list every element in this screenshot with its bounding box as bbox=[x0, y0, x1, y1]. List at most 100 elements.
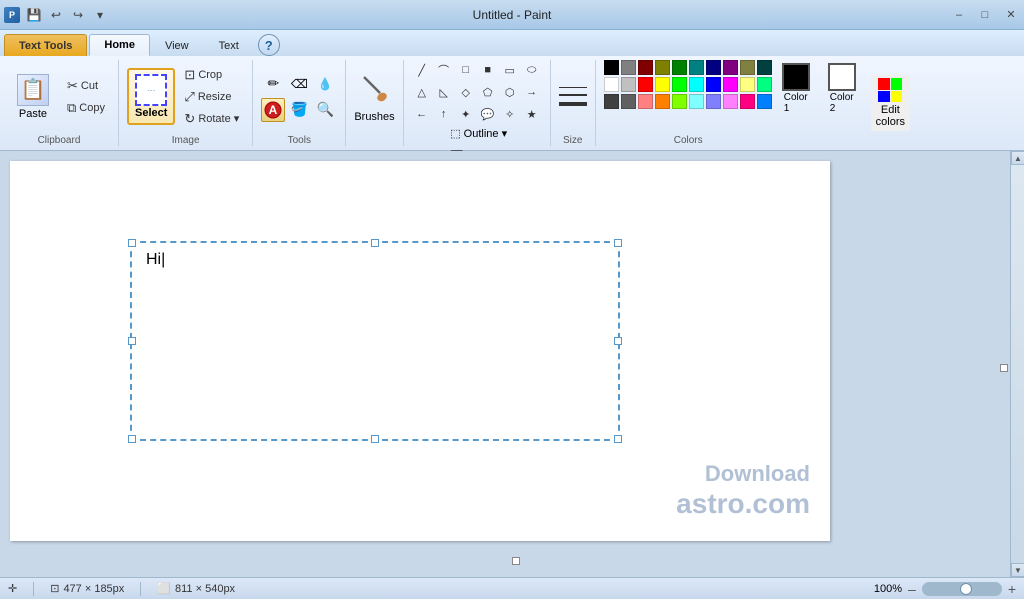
shape-arrow-right[interactable]: → bbox=[522, 82, 542, 102]
text-selection-box[interactable]: Hi| bbox=[130, 241, 620, 441]
shape-star4[interactable]: ✧ bbox=[500, 104, 520, 124]
minimize-button[interactable]: – bbox=[946, 0, 972, 30]
close-button[interactable]: ✕ bbox=[998, 0, 1024, 30]
color-swatch-5[interactable] bbox=[689, 60, 704, 75]
shape-arrow-left[interactable]: ← bbox=[412, 104, 432, 124]
zoom-out-button[interactable]: – bbox=[908, 581, 916, 597]
shape-roundrect2[interactable]: ⬭ bbox=[522, 60, 542, 80]
shape-curve[interactable]: ⌒ bbox=[434, 60, 454, 80]
customize-qa-button[interactable]: ▾ bbox=[90, 5, 110, 25]
shape-triangle[interactable]: △ bbox=[412, 82, 432, 102]
handle-bm[interactable] bbox=[371, 435, 379, 443]
scroll-up-button[interactable]: ▲ bbox=[1011, 151, 1024, 165]
shape-rect-filled[interactable]: ■ bbox=[478, 60, 498, 80]
color-swatch-0[interactable] bbox=[604, 60, 619, 75]
color-swatch-22[interactable] bbox=[638, 94, 653, 109]
cut-button[interactable]: ✂ Cut bbox=[62, 76, 110, 96]
color-picker-tool[interactable]: 💧 bbox=[313, 72, 337, 96]
color-swatch-26[interactable] bbox=[706, 94, 721, 109]
shape-callout[interactable]: 💬 bbox=[478, 104, 498, 124]
brushes-button[interactable] bbox=[356, 71, 392, 107]
color-swatch-25[interactable] bbox=[689, 94, 704, 109]
help-button[interactable]: ? bbox=[258, 34, 280, 56]
color-swatch-14[interactable] bbox=[672, 77, 687, 92]
color-swatch-16[interactable] bbox=[706, 77, 721, 92]
color-swatch-11[interactable] bbox=[621, 77, 636, 92]
vertical-scrollbar[interactable]: ▲ ▼ bbox=[1010, 151, 1024, 577]
resize-button[interactable]: ⤢ Resize bbox=[179, 87, 244, 107]
size-line-thin[interactable] bbox=[559, 87, 587, 88]
zoom-slider[interactable] bbox=[922, 582, 1002, 596]
color-swatch-1[interactable] bbox=[621, 60, 636, 75]
color-swatch-13[interactable] bbox=[655, 77, 670, 92]
copy-button[interactable]: ⧉ Copy bbox=[62, 98, 110, 118]
scroll-down-button[interactable]: ▼ bbox=[1011, 563, 1024, 577]
color-swatch-24[interactable] bbox=[672, 94, 687, 109]
shape-arrow-up[interactable]: ↑ bbox=[434, 104, 454, 124]
canvas-resize-handle-right[interactable] bbox=[1000, 364, 1008, 372]
handle-ml[interactable] bbox=[128, 337, 136, 345]
color-swatch-20[interactable] bbox=[604, 94, 619, 109]
color-swatch-2[interactable] bbox=[638, 60, 653, 75]
rotate-button[interactable]: ↻ Rotate ▾ bbox=[179, 109, 244, 129]
shape-line[interactable]: ╱ bbox=[412, 60, 432, 80]
color-swatch-18[interactable] bbox=[740, 77, 755, 92]
shape-righttriangle[interactable]: ◺ bbox=[434, 82, 454, 102]
quick-save-button[interactable]: 💾 bbox=[24, 5, 44, 25]
size-line-thick[interactable] bbox=[559, 102, 587, 106]
outline-button[interactable]: ⬚ Outline ▾ bbox=[443, 124, 514, 143]
color-swatch-3[interactable] bbox=[655, 60, 670, 75]
canvas-resize-handle-bottom[interactable] bbox=[512, 557, 520, 565]
paint-canvas[interactable]: Hi| Download astro.com bbox=[10, 161, 830, 541]
handle-tr[interactable] bbox=[614, 239, 622, 247]
color-swatch-10[interactable] bbox=[604, 77, 619, 92]
color-swatch-15[interactable] bbox=[689, 77, 704, 92]
size-line-medium[interactable] bbox=[559, 94, 587, 96]
paste-button[interactable]: 📋 Paste bbox=[8, 60, 58, 133]
eraser-tool[interactable]: ⌫ bbox=[287, 72, 311, 96]
pencil-tool[interactable]: ✏ bbox=[261, 72, 285, 96]
color-swatch-28[interactable] bbox=[740, 94, 755, 109]
color-swatch-9[interactable] bbox=[757, 60, 772, 75]
shape-pentagon[interactable]: ⬠ bbox=[478, 82, 498, 102]
maximize-button[interactable]: □ bbox=[972, 0, 998, 30]
shape-hexagon[interactable]: ⬡ bbox=[500, 82, 520, 102]
zoom-in-button[interactable]: + bbox=[1008, 581, 1016, 597]
tab-text-tools[interactable]: Text Tools bbox=[4, 34, 87, 56]
color-swatch-4[interactable] bbox=[672, 60, 687, 75]
select-button[interactable]: ··· Select bbox=[127, 68, 175, 125]
shape-4arrow[interactable]: ✦ bbox=[456, 104, 476, 124]
handle-br[interactable] bbox=[614, 435, 622, 443]
fill-tool[interactable]: 🪣 bbox=[287, 98, 311, 122]
edit-colors-button[interactable]: Editcolors bbox=[871, 75, 910, 131]
shape-diamond[interactable]: ◇ bbox=[456, 82, 476, 102]
color-swatch-21[interactable] bbox=[621, 94, 636, 109]
scroll-track[interactable] bbox=[1011, 165, 1024, 563]
shape-star5[interactable]: ★ bbox=[522, 104, 542, 124]
color2-button[interactable]: Color2 bbox=[823, 60, 861, 117]
color-swatch-23[interactable] bbox=[655, 94, 670, 109]
zoom-tool[interactable]: 🔍 bbox=[313, 98, 337, 122]
color-swatch-19[interactable] bbox=[757, 77, 772, 92]
color-swatch-12[interactable] bbox=[638, 77, 653, 92]
handle-tm[interactable] bbox=[371, 239, 379, 247]
quick-undo-button[interactable]: ↩ bbox=[46, 5, 66, 25]
color-swatch-17[interactable] bbox=[723, 77, 738, 92]
crop-button[interactable]: ⊡ Crop bbox=[179, 65, 244, 85]
handle-tl[interactable] bbox=[128, 239, 136, 247]
color-swatch-6[interactable] bbox=[706, 60, 721, 75]
shape-roundrect[interactable]: ▭ bbox=[500, 60, 520, 80]
color-swatch-29[interactable] bbox=[757, 94, 772, 109]
color-swatch-7[interactable] bbox=[723, 60, 738, 75]
tab-view[interactable]: View bbox=[150, 34, 204, 56]
zoom-thumb[interactable] bbox=[960, 583, 972, 595]
handle-bl[interactable] bbox=[128, 435, 136, 443]
color-swatch-27[interactable] bbox=[723, 94, 738, 109]
handle-mr[interactable] bbox=[614, 337, 622, 345]
tab-home[interactable]: Home bbox=[89, 34, 150, 56]
color1-button[interactable]: Color1 bbox=[777, 60, 815, 117]
text-input-content[interactable]: Hi| bbox=[146, 251, 165, 269]
shape-rect[interactable]: □ bbox=[456, 60, 476, 80]
quick-redo-button[interactable]: ↪ bbox=[68, 5, 88, 25]
color-swatch-8[interactable] bbox=[740, 60, 755, 75]
